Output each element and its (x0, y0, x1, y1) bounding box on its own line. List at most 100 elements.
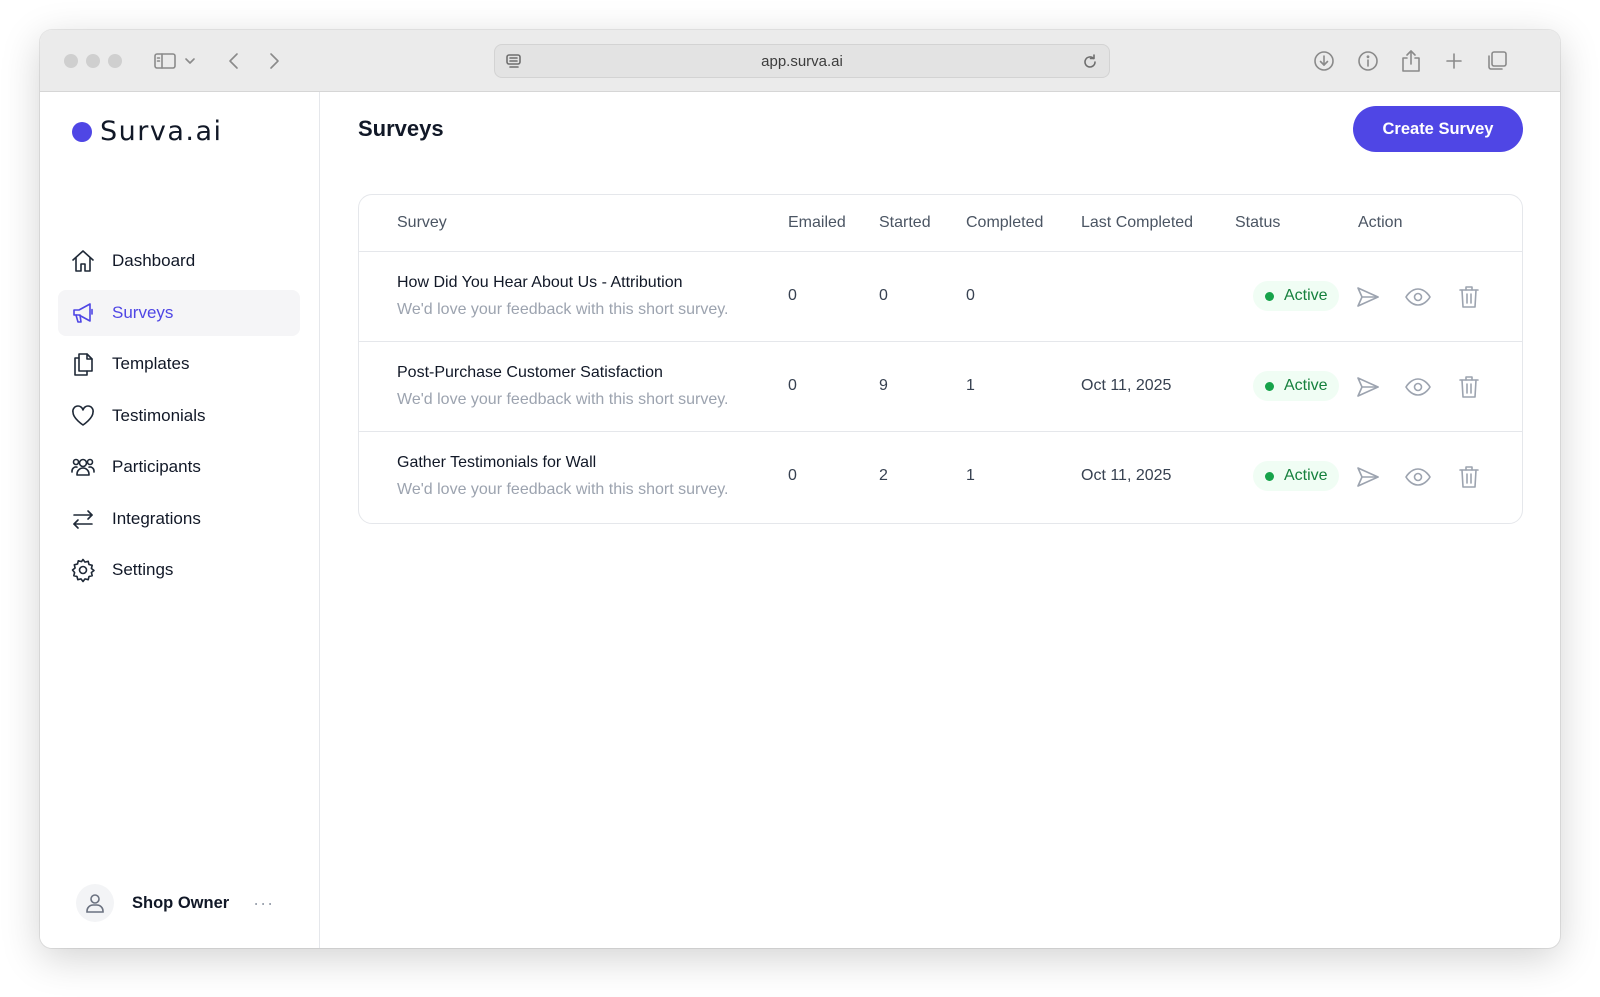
last-completed-date: Oct 11, 2025 (1081, 377, 1172, 394)
sidebar-item-label: Settings (112, 560, 174, 579)
column-header-last-completed[interactable]: Last Completed (1081, 214, 1193, 232)
sidebar-item-label: Participants (112, 457, 201, 476)
survey-name[interactable]: Post-Purchase Customer Satisfaction (397, 364, 663, 382)
status-label: Active (1284, 287, 1328, 304)
table-row[interactable]: How Did You Hear About Us - Attribution … (359, 252, 1522, 342)
url-text: app.surva.ai (761, 52, 843, 70)
page-title: Surveys (358, 116, 444, 141)
info-icon[interactable] (1354, 48, 1382, 74)
sidebar-item-participants[interactable]: Participants (58, 444, 300, 490)
tab-overview-icon[interactable] (1483, 48, 1511, 74)
eye-icon[interactable] (1403, 282, 1433, 312)
documents-icon (74, 353, 93, 376)
user-menu-button[interactable]: ··· (253, 893, 274, 914)
main-content: Surveys Create Survey Survey Emailed Sta… (321, 92, 1560, 948)
sidebar-item-label: Testimonials (112, 405, 206, 425)
sidebar-item-testimonials[interactable]: Testimonials (58, 393, 300, 439)
status-label: Active (1284, 377, 1328, 394)
emailed-count: 0 (788, 287, 797, 304)
status-badge: Active (1253, 281, 1339, 311)
survey-name[interactable]: Gather Testimonials for Wall (397, 454, 596, 472)
trash-icon[interactable] (1454, 282, 1484, 312)
user-icon (86, 894, 104, 913)
user-profile[interactable]: Shop Owner ··· (76, 884, 286, 922)
browser-toolbar: app.surva.ai (40, 30, 1560, 92)
status-badge: Active (1253, 461, 1339, 491)
table-row[interactable]: Post-Purchase Customer Satisfaction We'd… (359, 342, 1522, 432)
column-header-survey[interactable]: Survey (397, 214, 447, 232)
home-icon (72, 250, 94, 272)
status-label: Active (1284, 467, 1328, 484)
table-row[interactable]: Gather Testimonials for Wall We'd love y… (359, 432, 1522, 522)
column-header-emailed[interactable]: Emailed (788, 214, 846, 232)
status-badge: Active (1253, 371, 1339, 401)
sidebar-item-integrations[interactable]: Integrations (58, 496, 300, 542)
completed-count: 1 (966, 467, 975, 484)
avatar[interactable] (76, 884, 114, 922)
sidebar-item-surveys[interactable]: Surveys (58, 289, 300, 336)
sidebar-nav: Dashboard Surveys Templates Testimonials… (58, 238, 300, 599)
sidebar-item-templates[interactable]: Templates (58, 341, 300, 387)
zoom-window-button[interactable] (108, 54, 122, 68)
column-header-started[interactable]: Started (879, 214, 931, 232)
status-dot-icon (1265, 381, 1274, 391)
started-count: 2 (879, 467, 888, 484)
close-window-button[interactable] (64, 54, 78, 68)
table-header: Survey Emailed Started Completed Last Co… (359, 195, 1522, 252)
send-icon[interactable] (1353, 282, 1383, 312)
page-settings-icon[interactable] (505, 53, 523, 75)
arrows-exchange-icon (73, 509, 93, 529)
sidebar-item-label: Integrations (112, 508, 201, 528)
sidebar-item-label: Templates (112, 354, 190, 373)
started-count: 9 (879, 377, 888, 394)
column-header-completed[interactable]: Completed (966, 214, 1043, 232)
megaphone-icon (73, 302, 93, 323)
heart-icon (72, 404, 94, 426)
emailed-count: 0 (788, 467, 797, 484)
eye-icon[interactable] (1403, 462, 1433, 492)
browser-window: app.surva.ai Surva.ai Dashboard Surveys … (40, 30, 1560, 948)
emailed-count: 0 (788, 377, 797, 394)
sidebar-item-settings[interactable]: Settings (58, 547, 300, 593)
create-survey-button[interactable]: Create Survey (1353, 106, 1523, 152)
last-completed-date: Oct 11, 2025 (1081, 467, 1172, 484)
gear-icon (71, 558, 95, 583)
sidebar-item-label: Dashboard (112, 251, 196, 270)
back-arrow-icon[interactable] (220, 48, 248, 74)
download-icon[interactable] (1310, 48, 1338, 74)
column-header-action: Action (1358, 214, 1403, 231)
survey-name[interactable]: How Did You Hear About Us - Attribution (397, 274, 683, 292)
status-dot-icon (1265, 291, 1274, 301)
completed-count: 0 (966, 287, 975, 304)
brand-logo[interactable]: Surva.ai (72, 116, 223, 147)
sidebar-toggle-icon[interactable] (150, 48, 180, 74)
trash-icon[interactable] (1454, 462, 1484, 492)
column-header-status[interactable]: Status (1235, 214, 1280, 232)
completed-count: 1 (966, 377, 975, 394)
forward-arrow-icon[interactable] (260, 48, 288, 74)
user-name: Shop Owner (132, 893, 230, 912)
address-bar[interactable]: app.surva.ai (494, 44, 1110, 78)
minimize-window-button[interactable] (86, 54, 100, 68)
users-icon (71, 458, 95, 476)
window-controls (64, 54, 122, 68)
send-icon[interactable] (1353, 372, 1383, 402)
survey-description: We'd love your feedback with this short … (397, 301, 729, 318)
survey-description: We'd love your feedback with this short … (397, 481, 729, 498)
sidebar-item-dashboard[interactable]: Dashboard (58, 238, 300, 284)
new-tab-icon[interactable] (1440, 48, 1468, 74)
sidebar-item-label: Surveys (112, 302, 174, 322)
logo-dot-icon (72, 121, 92, 142)
status-dot-icon (1265, 471, 1274, 481)
survey-description: We'd love your feedback with this short … (397, 391, 729, 408)
reload-icon[interactable] (1081, 53, 1099, 75)
brand-name: Surva.ai (100, 116, 223, 147)
trash-icon[interactable] (1454, 372, 1484, 402)
send-icon[interactable] (1353, 462, 1383, 492)
chevron-down-icon[interactable] (180, 48, 200, 74)
surveys-table: Survey Emailed Started Completed Last Co… (358, 194, 1523, 524)
started-count: 0 (879, 287, 888, 304)
eye-icon[interactable] (1403, 372, 1433, 402)
sidebar: Surva.ai Dashboard Surveys Templates Tes… (40, 92, 320, 948)
share-icon[interactable] (1397, 48, 1425, 74)
